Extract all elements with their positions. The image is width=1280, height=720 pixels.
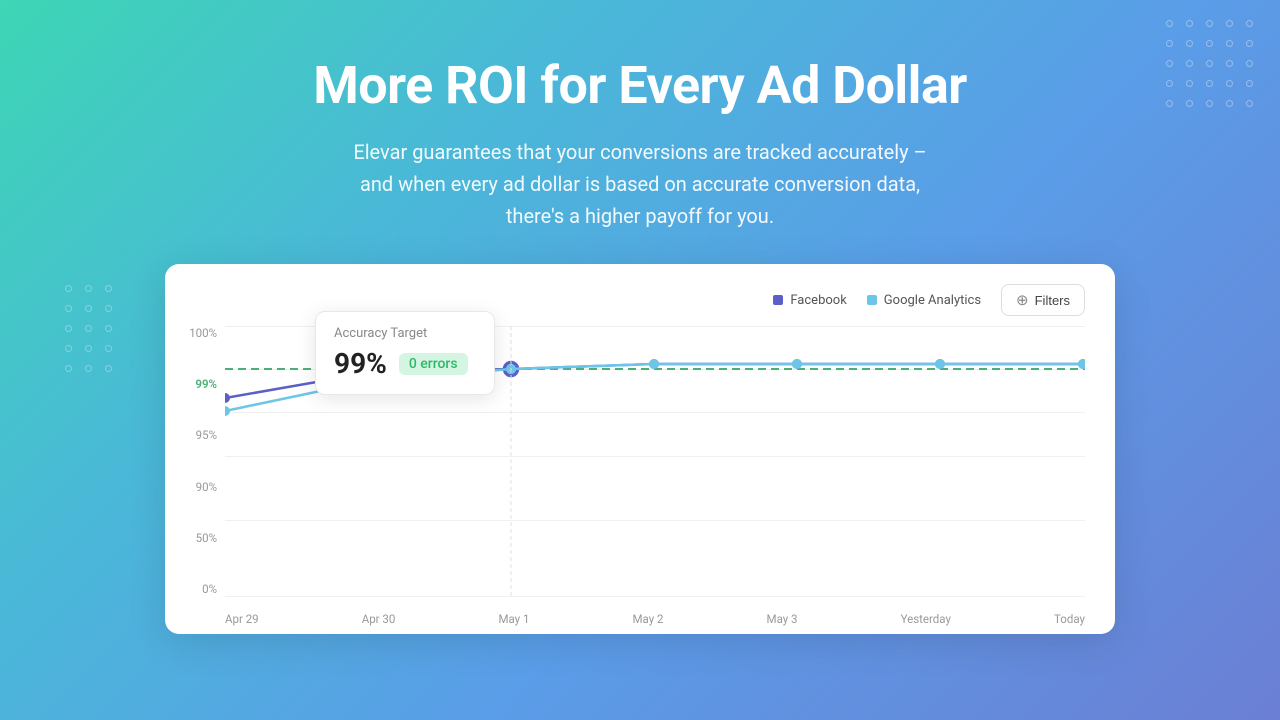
- x-label-today: Today: [1054, 612, 1085, 626]
- chart-area: 100% 99% 95% 90% 50% 0%: [225, 326, 1085, 596]
- tooltip-badge: 0 errors: [399, 353, 468, 375]
- y-label-0: 0%: [177, 582, 217, 596]
- y-label-95: 95%: [177, 428, 217, 442]
- x-label-yesterday: Yesterday: [901, 612, 951, 626]
- hero-subtitle: Elevar guarantees that your conversions …: [353, 136, 926, 232]
- x-label-may1: May 1: [498, 612, 529, 626]
- y-label-50: 50%: [177, 531, 217, 545]
- filters-label: Filters: [1035, 293, 1070, 308]
- filters-button[interactable]: ⊕ Filters: [1001, 284, 1085, 316]
- y-label-100: 100%: [177, 326, 217, 340]
- legend: Facebook Google Analytics: [773, 293, 981, 308]
- google-legend-label: Google Analytics: [884, 293, 981, 308]
- x-axis: Apr 29 Apr 30 May 1 May 2 May 3 Yesterda…: [225, 612, 1085, 626]
- tooltip-value: 99%: [334, 347, 387, 380]
- legend-google: Google Analytics: [867, 293, 981, 308]
- dot-pattern-left: [65, 285, 119, 379]
- tooltip-title: Accuracy Target: [334, 326, 476, 341]
- facebook-legend-label: Facebook: [790, 293, 846, 308]
- y-label-99: 99%: [177, 377, 217, 391]
- chart-container: Facebook Google Analytics ⊕ Filters 100%…: [165, 264, 1115, 634]
- plus-icon: ⊕: [1016, 291, 1029, 309]
- y-axis: 100% 99% 95% 90% 50% 0%: [177, 326, 217, 596]
- google-legend-dot: [867, 295, 877, 305]
- page-background: More ROI for Every Ad Dollar Elevar guar…: [0, 0, 1280, 720]
- y-label-90: 90%: [177, 480, 217, 494]
- hero-title: More ROI for Every Ad Dollar: [313, 55, 967, 116]
- tooltip-value-row: 99% 0 errors: [334, 347, 476, 380]
- facebook-legend-dot: [773, 295, 783, 305]
- dot-pattern-top-right: [1166, 20, 1260, 114]
- legend-facebook: Facebook: [773, 293, 846, 308]
- x-label-may3: May 3: [767, 612, 798, 626]
- tooltip: Accuracy Target 99% 0 errors: [315, 311, 495, 395]
- x-label-apr29: Apr 29: [225, 612, 259, 626]
- x-label-may2: May 2: [632, 612, 663, 626]
- x-label-apr30: Apr 30: [362, 612, 396, 626]
